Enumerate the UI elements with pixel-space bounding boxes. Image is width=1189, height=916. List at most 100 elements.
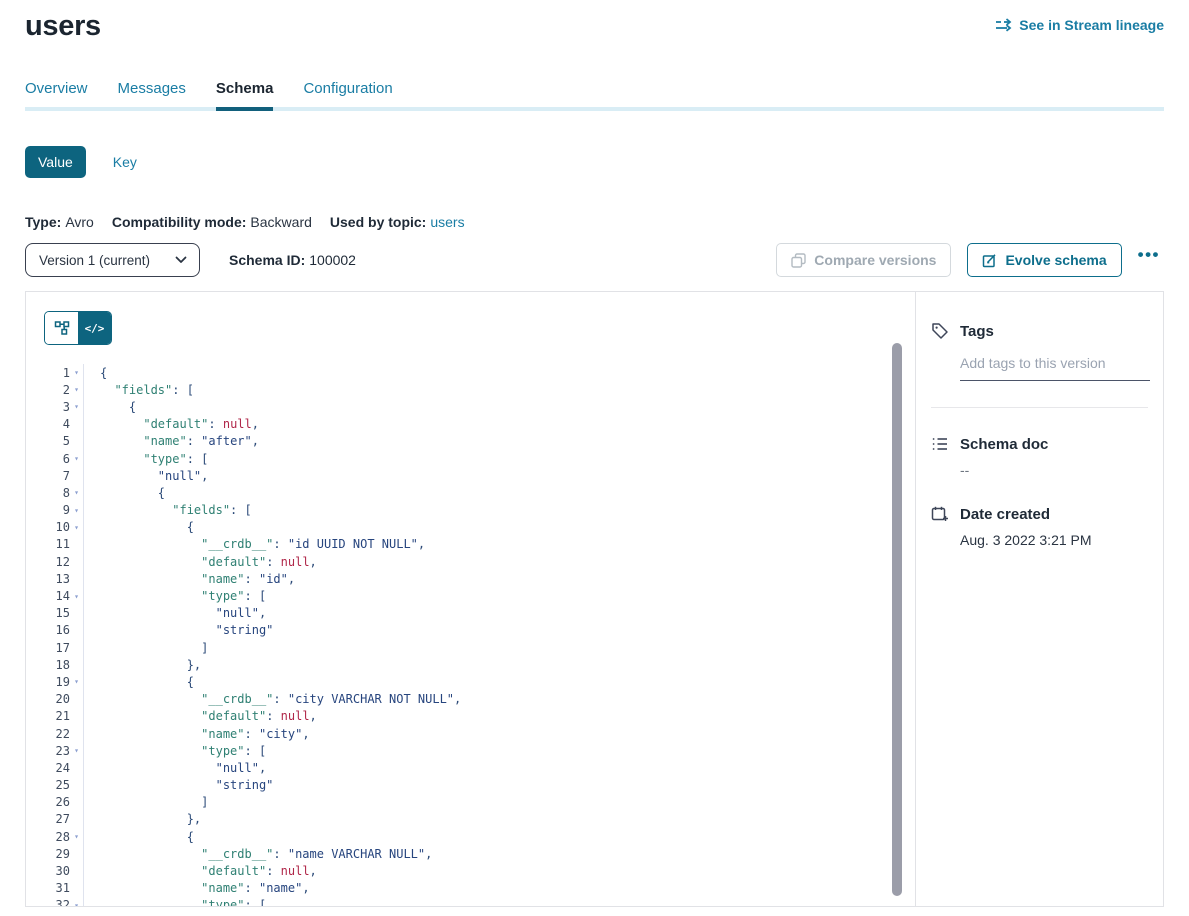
stream-lineage-label: See in Stream lineage — [1019, 17, 1164, 33]
code-text: "string" — [84, 778, 273, 792]
code-text: "__crdb__": "id UUID NOT NULL", — [84, 537, 425, 551]
code-scrollbar[interactable] — [892, 343, 902, 896]
code-line: 1▾{ — [44, 364, 915, 381]
tab-messages[interactable]: Messages — [118, 80, 186, 111]
evolve-schema-button[interactable]: Evolve schema — [967, 243, 1121, 277]
key-toggle-link[interactable]: Key — [113, 154, 137, 170]
code-line: 19▾ { — [44, 673, 915, 690]
line-number: 27 — [44, 812, 70, 826]
tree-view-button[interactable] — [45, 312, 78, 344]
code-text: "default": null, — [84, 417, 259, 431]
line-number: 15 — [44, 606, 70, 620]
line-number: 16 — [44, 623, 70, 637]
line-number: 21 — [44, 709, 70, 723]
compare-versions-button[interactable]: Compare versions — [776, 243, 951, 277]
fold-arrow-icon[interactable]: ▾ — [70, 364, 84, 381]
schema-sidebar: Tags Schema doc — [915, 292, 1163, 906]
code-text: "type": [ — [84, 898, 266, 906]
stream-lineage-link[interactable]: See in Stream lineage — [995, 17, 1164, 33]
fold-arrow-icon[interactable]: ▾ — [70, 828, 84, 845]
schema-doc-heading: Schema doc — [931, 435, 1148, 453]
code-text: "__crdb__": "city VARCHAR NOT NULL", — [84, 692, 461, 706]
version-select[interactable]: Version 1 (current) — [25, 243, 200, 277]
fold-arrow-icon[interactable]: ▾ — [70, 381, 84, 398]
topic-link[interactable]: users — [430, 214, 464, 230]
code-text: }, — [84, 812, 201, 826]
schema-id-label: Schema ID: — [229, 252, 305, 268]
tab-configuration[interactable]: Configuration — [303, 80, 392, 111]
code-line: 23▾ "type": [ — [44, 742, 915, 759]
code-line: 29 "__crdb__": "name VARCHAR NULL", — [44, 845, 915, 862]
chevron-down-icon — [175, 256, 187, 264]
date-created-title: Date created — [960, 506, 1050, 523]
fold-arrow-icon[interactable]: ▾ — [70, 673, 84, 690]
fold-spacer — [70, 708, 84, 725]
code-view-button[interactable]: </> — [78, 312, 111, 344]
compare-versions-label: Compare versions — [814, 252, 936, 268]
tab-bar: Overview Messages Schema Configuration — [25, 80, 1164, 111]
code-line: 27 }, — [44, 811, 915, 828]
line-number: 18 — [44, 658, 70, 672]
tags-title: Tags — [960, 323, 994, 340]
fold-arrow-icon[interactable]: ▾ — [70, 519, 84, 536]
line-number: 23 — [44, 744, 70, 758]
fold-arrow-icon[interactable]: ▾ — [70, 742, 84, 759]
code-text: "default": null, — [84, 555, 317, 569]
tab-overview[interactable]: Overview — [25, 80, 88, 111]
code-line: 22 "name": "city", — [44, 725, 915, 742]
compare-icon — [791, 253, 806, 268]
line-number: 11 — [44, 537, 70, 551]
line-number: 30 — [44, 864, 70, 878]
code-line: 30 "default": null, — [44, 862, 915, 879]
code-text: ] — [84, 641, 208, 655]
fold-spacer — [70, 691, 84, 708]
code-line: 14▾ "type": [ — [44, 587, 915, 604]
evolve-schema-label: Evolve schema — [1005, 252, 1106, 268]
code-line: 2▾ "fields": [ — [44, 381, 915, 398]
fold-spacer — [70, 725, 84, 742]
fold-spacer — [70, 845, 84, 862]
line-number: 4 — [44, 417, 70, 431]
code-line: 11 "__crdb__": "id UUID NOT NULL", — [44, 536, 915, 553]
code-text: { — [84, 520, 194, 534]
code-line: 12 "default": null, — [44, 553, 915, 570]
tab-schema[interactable]: Schema — [216, 80, 274, 111]
compatibility-meta: Compatibility mode:Backward — [112, 214, 312, 230]
fold-arrow-icon[interactable]: ▾ — [70, 484, 84, 501]
more-actions-button[interactable]: ••• — [1134, 245, 1164, 275]
page-title: users — [25, 10, 101, 43]
schema-doc-title: Schema doc — [960, 436, 1048, 453]
fold-spacer — [70, 433, 84, 450]
fold-spacer — [70, 467, 84, 484]
line-number: 32 — [44, 898, 70, 906]
compatibility-label: Compatibility mode: — [112, 214, 247, 230]
code-line: 7 "null", — [44, 467, 915, 484]
code-line: 17 ] — [44, 639, 915, 656]
fold-arrow-icon[interactable]: ▾ — [70, 897, 84, 906]
fold-arrow-icon[interactable]: ▾ — [70, 587, 84, 604]
code-text: }, — [84, 658, 201, 672]
code-text: "fields": [ — [84, 383, 194, 397]
fold-spacer — [70, 656, 84, 673]
code-line: 25 "string" — [44, 777, 915, 794]
code-text: "name": "name", — [84, 881, 310, 895]
code-text: "default": null, — [84, 709, 317, 723]
tag-icon — [931, 322, 949, 340]
code-line: 16 "string" — [44, 622, 915, 639]
fold-arrow-icon[interactable]: ▾ — [70, 450, 84, 467]
fold-arrow-icon[interactable]: ▾ — [70, 398, 84, 415]
schema-panel: </> 1▾{2▾ "fields": [3▾ {4 "default": nu… — [25, 291, 1164, 907]
code-text: "null", — [84, 606, 266, 620]
line-number: 3 — [44, 400, 70, 414]
line-number: 22 — [44, 727, 70, 741]
line-number: 20 — [44, 692, 70, 706]
tags-input[interactable] — [960, 349, 1150, 381]
line-number: 14 — [44, 589, 70, 603]
tree-view-icon — [54, 320, 70, 336]
stream-lineage-icon — [995, 18, 1012, 32]
fold-arrow-icon[interactable]: ▾ — [70, 502, 84, 519]
code-line: 24 "null", — [44, 759, 915, 776]
line-number: 28 — [44, 830, 70, 844]
value-toggle-button[interactable]: Value — [25, 146, 86, 178]
code-line: 5 "name": "after", — [44, 433, 915, 450]
